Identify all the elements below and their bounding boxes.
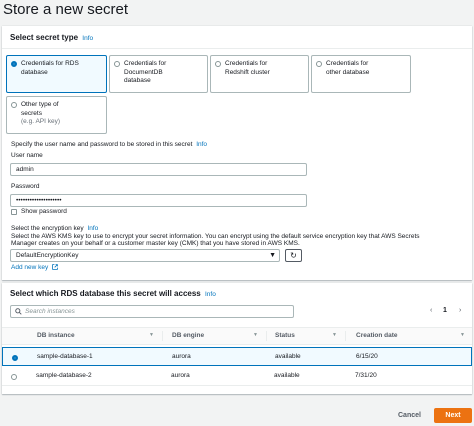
password-label: Password — [11, 183, 40, 190]
database-header: Select which RDS database this secret wi… — [10, 289, 216, 298]
page-title: Store a new secret — [3, 1, 129, 18]
encryption-description-line2: Manager creates on your behalf or a cust… — [11, 240, 300, 247]
credentials-description-text: Specify the user name and password to be… — [11, 141, 193, 148]
cell-creation-date: 7/31/20 — [355, 372, 377, 379]
next-page-icon[interactable]: › — [459, 307, 461, 314]
radio-button[interactable] — [114, 61, 120, 67]
secret-type-title: Select secret type — [10, 33, 79, 42]
search-input[interactable] — [25, 307, 285, 316]
credentials-info-link[interactable]: Info — [196, 141, 207, 148]
next-button[interactable]: Next — [434, 408, 472, 423]
cell-status: available — [274, 372, 300, 379]
cell-db-instance: sample-database-2 — [36, 372, 92, 379]
cell-db-engine: aurora — [172, 353, 191, 360]
encryption-label: Select the encryption key Info — [11, 225, 98, 232]
row-radio-button[interactable] — [12, 355, 18, 361]
page-number[interactable]: 1 — [443, 307, 447, 314]
tile-line: DocumentDB — [124, 68, 163, 76]
show-password-checkbox[interactable] — [11, 209, 17, 215]
sort-icon[interactable]: ▼ — [253, 332, 258, 338]
radio-button[interactable] — [215, 61, 221, 67]
sort-icon[interactable]: ▼ — [149, 332, 154, 338]
tile-line: secrets — [21, 109, 42, 117]
column-separator — [162, 331, 163, 341]
secret-type-documentdb[interactable]: Credentials for DocumentDB database — [109, 55, 208, 93]
caret-down-icon: ▼ — [269, 252, 276, 259]
column-separator — [266, 331, 267, 341]
cancel-button[interactable]: Cancel — [398, 412, 421, 419]
row-radio-button[interactable] — [11, 374, 17, 380]
tile-line: Credentials for — [124, 60, 167, 67]
encryption-label-text: Select the encryption key — [11, 225, 84, 232]
add-new-key-link[interactable]: Add new key — [11, 264, 58, 271]
tile-line: database — [124, 77, 151, 84]
sort-icon[interactable]: ▼ — [332, 332, 337, 338]
tile-line: (e.g. API key) — [21, 118, 61, 125]
password-input[interactable] — [10, 194, 307, 207]
sort-icon[interactable]: ▼ — [460, 332, 465, 338]
radio-button[interactable] — [11, 61, 17, 67]
previous-page-icon[interactable]: ‹ — [430, 307, 432, 314]
secret-type-info-link[interactable]: Info — [82, 35, 93, 42]
column-header-db-engine[interactable]: DB engine — [172, 332, 204, 339]
refresh-icon: ↻ — [290, 251, 297, 260]
radio-button[interactable] — [316, 61, 322, 67]
tile-line: Credentials for — [225, 60, 268, 67]
table-row[interactable]: sample-database-2 aurora available 7/31/… — [2, 367, 472, 386]
database-title: Select which RDS database this secret wi… — [10, 289, 201, 298]
search-box[interactable] — [10, 305, 294, 318]
show-password-label: Show password — [21, 208, 67, 215]
tile-line: Credentials for — [326, 60, 369, 67]
table-header: DB instance ▼ DB engine ▼ Status ▼ Creat… — [2, 327, 472, 345]
secret-type-other[interactable]: Other type of secrets (e.g. API key) — [6, 96, 107, 134]
tile-line: Redshift cluster — [225, 68, 270, 76]
encryption-info-link[interactable]: Info — [87, 225, 98, 232]
column-separator — [345, 331, 346, 341]
search-icon — [15, 308, 22, 315]
secret-type-redshift[interactable]: Credentials for Redshift cluster — [210, 55, 309, 93]
add-new-key-text: Add new key — [11, 264, 49, 271]
cell-creation-date: 6/15/20 — [356, 353, 378, 360]
database-info-link[interactable]: Info — [205, 291, 216, 298]
username-label: User name — [11, 152, 43, 159]
secret-type-rds[interactable]: Credentials for RDS database — [6, 55, 107, 93]
column-header-status[interactable]: Status — [275, 332, 295, 339]
cell-db-engine: aurora — [171, 372, 190, 379]
secret-type-header: Select secret type Info — [10, 33, 93, 42]
radio-button[interactable] — [11, 102, 17, 108]
credentials-description: Specify the user name and password to be… — [11, 141, 207, 148]
tile-line: Other type of — [21, 101, 59, 108]
divider — [2, 48, 472, 49]
encryption-key-value: DefaultEncryptionKey — [16, 252, 79, 259]
tile-line: Credentials for RDS — [21, 60, 79, 67]
username-input[interactable] — [10, 163, 307, 176]
tile-line: database — [21, 68, 48, 76]
column-header-db-instance[interactable]: DB instance — [37, 332, 75, 339]
refresh-button[interactable]: ↻ — [285, 249, 302, 262]
cell-status: available — [275, 353, 301, 360]
secret-type-other-database[interactable]: Credentials for other database — [311, 55, 411, 93]
cell-db-instance: sample-database-1 — [37, 353, 93, 360]
external-link-icon — [52, 264, 58, 270]
table-row[interactable]: sample-database-1 aurora available 6/15/… — [2, 347, 472, 366]
encryption-key-select[interactable]: DefaultEncryptionKey ▼ — [10, 249, 280, 262]
column-header-creation-date[interactable]: Creation date — [356, 332, 398, 339]
tile-line: other database — [326, 68, 370, 76]
encryption-description-line1: Select the AWS KMS key to use to encrypt… — [11, 233, 420, 240]
